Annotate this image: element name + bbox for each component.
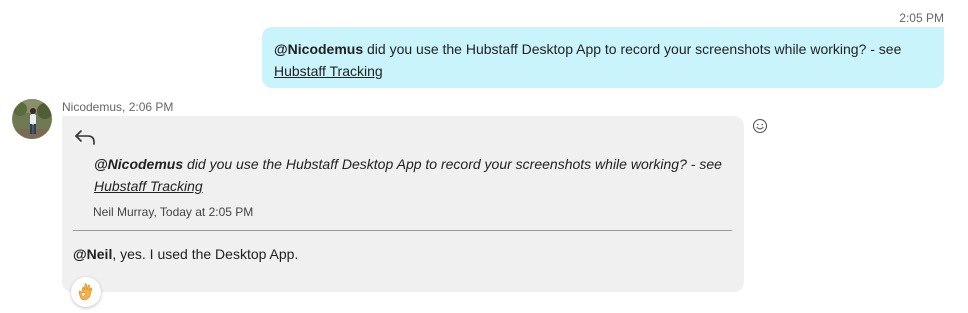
smiley-icon[interactable]: [752, 118, 768, 134]
reaction-button[interactable]: [71, 277, 101, 307]
incoming-message-bubble[interactable]: @Nicodemus did you use the Hubstaff Desk…: [62, 116, 744, 292]
quoted-message[interactable]: @Nicodemus did you use the Hubstaff Desk…: [94, 153, 724, 197]
avatar-photo: [12, 99, 52, 139]
reply-icon: [75, 130, 95, 145]
quoted-text: did you use the Hubstaff Desktop App to …: [183, 156, 722, 172]
outgoing-timestamp: 2:05 PM: [899, 11, 944, 25]
outgoing-message-bubble[interactable]: @Nicodemus did you use the Hubstaff Desk…: [262, 27, 944, 88]
ok-hand-icon: [78, 283, 93, 301]
quoted-mention: @Nicodemus: [94, 156, 184, 172]
reply-text: @Neil, yes. I used the Desktop App.: [73, 246, 298, 262]
outgoing-message-text: did you use the Hubstaff Desktop App to …: [363, 41, 902, 57]
quote-divider: [73, 230, 732, 231]
outgoing-link[interactable]: Hubstaff Tracking: [274, 63, 383, 79]
sender-name: Nicodemus: [62, 100, 123, 114]
quoted-link[interactable]: Hubstaff Tracking: [94, 178, 203, 194]
incoming-timestamp: 2:06 PM: [128, 100, 174, 114]
sender-avatar[interactable]: [12, 99, 52, 139]
quoted-meta: Neil Murray, Today at 2:05 PM: [93, 205, 254, 219]
reply-mention[interactable]: @Neil: [73, 246, 112, 262]
outgoing-mention[interactable]: @Nicodemus: [274, 41, 363, 57]
reply-body: , yes. I used the Desktop App.: [112, 246, 299, 262]
sender-line: Nicodemus, 2:06 PM: [62, 100, 174, 114]
